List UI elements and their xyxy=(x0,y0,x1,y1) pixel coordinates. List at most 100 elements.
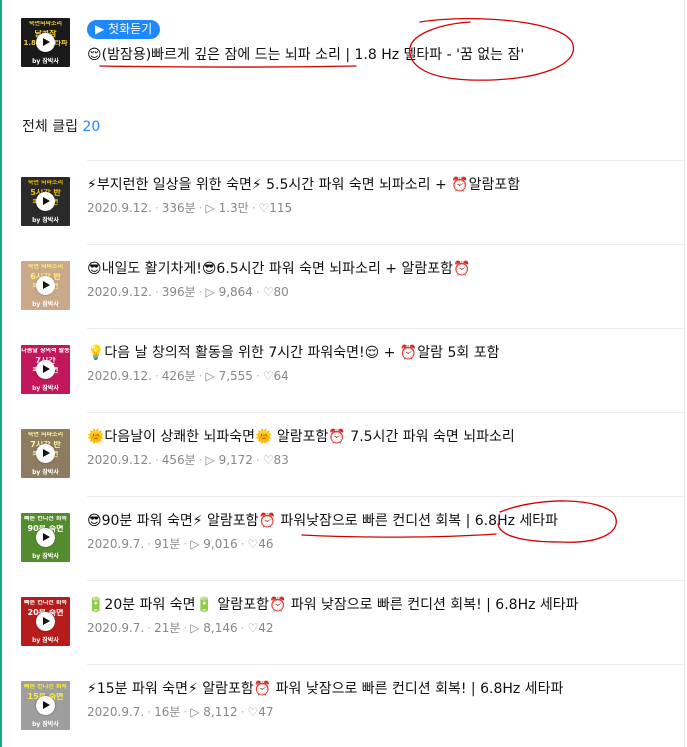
play-count-icon: ▷ xyxy=(190,705,200,719)
thumbnail-byline: by 잠박사 xyxy=(32,301,59,308)
listen-first-episode-button[interactable]: ▶ 첫화듣기 xyxy=(87,20,161,39)
clip-divider xyxy=(87,496,685,497)
all-clips-label: 전체 클립 xyxy=(22,119,78,135)
play-icon[interactable] xyxy=(36,528,55,547)
clip-thumbnail[interactable]: 숙면 뇌파소리6시간 반파워숙면by 잠박사 xyxy=(21,261,70,310)
clip-title[interactable]: ⚡15분 파워 숙면⚡ 알람포함⏰ 파워 낮잠으로 빠른 컨디션 회복! | 6… xyxy=(87,679,563,699)
play-icon[interactable] xyxy=(36,33,55,52)
clip-date: 2020.9.12. xyxy=(87,369,152,383)
heart-icon: ♡ xyxy=(262,285,274,299)
featured-underline-annotation xyxy=(99,65,357,68)
thumbnail-byline: by 잠박사 xyxy=(32,721,59,728)
clip-thumbnail[interactable]: 숙면 뇌파소리7시간 반파워숙면by 잠박사 xyxy=(21,429,70,478)
thumbnail-caption: 숙면 뇌파소리 xyxy=(27,264,64,270)
thumbnail-byline: by 잠박사 xyxy=(32,637,59,644)
right-border xyxy=(684,0,685,747)
clip-title[interactable]: ⚡부지런한 일상을 위한 숙면⚡ 5.5시간 파워 숙면 뇌파소리 + ⏰알람포… xyxy=(87,175,520,195)
thumbnail-caption: 숙면 뇌파소리 xyxy=(27,432,64,438)
clip-thumbnail[interactable]: 빠른 컨디션 회복90분 숙면세타파by 잠박사 xyxy=(21,513,70,562)
heart-icon: ♡ xyxy=(262,453,274,467)
clip-title[interactable]: 🌞다음날이 상쾌한 뇌파숙면🌞 알람포함⏰ 7.5시간 파워 숙면 뇌파소리 xyxy=(87,427,515,447)
play-icon[interactable] xyxy=(36,444,55,463)
thumbnail-caption: 빠른 컨디션 회복 xyxy=(24,516,67,522)
heart-icon: ♡ xyxy=(262,369,274,383)
clip-meta: 2020.9.7. · 21분 · ▷ 8,146 · ♡42 xyxy=(87,621,274,635)
clip-date: 2020.9.7. xyxy=(87,537,145,551)
heart-icon: ♡ xyxy=(247,705,259,719)
play-icon[interactable] xyxy=(36,276,55,295)
list-top-divider xyxy=(87,160,685,161)
play-count-icon: ▷ xyxy=(205,201,215,215)
thumbnail-caption: 빠른 컨디션 회복 xyxy=(24,600,67,606)
thumbnail-byline: by 잠박사 xyxy=(32,217,59,224)
clip-thumbnail[interactable]: 빠른 컨디션 회복15분 숙면세타파by 잠박사 xyxy=(21,681,70,730)
thumbnail-caption: 숙면뇌파소리 xyxy=(28,21,63,27)
clip-plays: 8,146 xyxy=(203,621,238,635)
clip-divider xyxy=(87,412,685,413)
play-icon[interactable] xyxy=(36,360,55,379)
clip-meta: 2020.9.7. · 16분 · ▷ 8,112 · ♡47 xyxy=(87,705,274,719)
thumbnail-byline: by 잠박사 xyxy=(32,385,59,392)
clip-meta: 2020.9.12. · 396분 · ▷ 9,864 · ♡80 xyxy=(87,285,289,299)
clip-title[interactable]: 🔋20분 파워 숙면🔋 알람포함⏰ 파워 낮잠으로 빠른 컨디션 회복! | 6… xyxy=(87,595,579,615)
clip-title[interactable]: 😎90분 파워 숙면⚡ 알람포함⏰ 파워낮잠으로 빠른 컨디션 회복 | 6.8… xyxy=(87,511,558,531)
clip-divider xyxy=(87,664,685,665)
clip-duration: 21분 xyxy=(154,621,181,635)
clip-duration: 396분 xyxy=(161,285,196,299)
clip-likes: 47 xyxy=(258,705,274,719)
play-icon[interactable] xyxy=(36,696,55,715)
featured-thumbnail[interactable]: 숙면뇌파소리 달콤잠 1.8Hz 델타파 by 잠박사 xyxy=(21,18,70,67)
all-clips-heading: 전체 클립 20 xyxy=(22,116,100,136)
clip-plays: 9,864 xyxy=(218,285,253,299)
clip-meta: 2020.9.7. · 91분 · ▷ 9,016 · ♡46 xyxy=(87,537,274,551)
thumbnail-caption: 숙면 뇌파소리 xyxy=(27,180,64,186)
clip-plays: 8,112 xyxy=(203,705,238,719)
clip-thumbnail[interactable]: 숙면 뇌파소리5시간 반파워숙면by 잠박사 xyxy=(21,177,70,226)
clip-likes: 42 xyxy=(258,621,274,635)
play-count-icon: ▷ xyxy=(190,621,200,635)
clip-divider xyxy=(87,328,685,329)
clip-date: 2020.9.12. xyxy=(87,201,152,215)
heart-icon: ♡ xyxy=(258,201,270,215)
clip-plays: 7,555 xyxy=(218,369,253,383)
play-icon[interactable] xyxy=(36,612,55,631)
thumbnail-caption: 다음날 창의적 활동 xyxy=(21,348,70,354)
clip-meta: 2020.9.12. · 456분 · ▷ 9,172 · ♡83 xyxy=(87,453,289,467)
clip-likes: 80 xyxy=(273,285,289,299)
clip-title[interactable]: 💡다음 날 창의적 활동을 위한 7시간 파워숙면!😌 + ⏰알람 5회 포함 xyxy=(87,343,499,363)
clip-meta: 2020.9.12. · 336분 · ▷ 1.3만 · ♡115 xyxy=(87,201,293,215)
clip-thumbnail[interactable]: 다음날 창의적 활동7시간파워숙면by 잠박사 xyxy=(21,345,70,394)
clip-count: 20 xyxy=(82,119,101,135)
clip-title[interactable]: 😎내일도 활기차게!😎6.5시간 파워 숙면 뇌파소리 + 알람포함⏰ xyxy=(87,259,470,279)
heart-icon: ♡ xyxy=(247,621,259,635)
featured-title-text: (밤잠용)빠르게 깊은 잠에 드는 뇌파 소리 | 1.8 Hz 델타파 - '… xyxy=(101,47,525,63)
play-count-icon: ▷ xyxy=(190,537,200,551)
left-accent-border xyxy=(0,0,2,747)
thumbnail-byline: by 잠박사 xyxy=(32,469,59,476)
clip-plays: 9,172 xyxy=(218,453,253,467)
clip-likes: 115 xyxy=(269,201,293,215)
play-icon[interactable] xyxy=(36,192,55,211)
play-count-icon: ▷ xyxy=(205,453,215,467)
clip-duration: 91분 xyxy=(154,537,181,551)
thumbnail-byline: by 잠박사 xyxy=(32,553,59,560)
sleepy-emoji-icon: 😌 xyxy=(87,47,102,63)
heart-icon: ♡ xyxy=(247,537,259,551)
thumbnail-byline: by 잠박사 xyxy=(32,58,59,65)
clip-underline-annotation xyxy=(301,533,497,538)
clip-divider xyxy=(87,244,685,245)
clip-duration: 456분 xyxy=(161,453,196,467)
clip-thumbnail[interactable]: 빠른 컨디션 회복20분 숙면세타파by 잠박사 xyxy=(21,597,70,646)
clip-duration: 16분 xyxy=(154,705,181,719)
clip-date: 2020.9.12. xyxy=(87,453,152,467)
featured-title[interactable]: 😌(밤잠용)빠르게 깊은 잠에 드는 뇌파 소리 | 1.8 Hz 델타파 - … xyxy=(87,45,524,65)
clip-date: 2020.9.7. xyxy=(87,705,145,719)
clip-duration: 426분 xyxy=(161,369,196,383)
clip-date: 2020.9.7. xyxy=(87,621,145,635)
clip-plays: 1.3만 xyxy=(218,201,249,215)
thumbnail-caption: 빠른 컨디션 회복 xyxy=(24,684,67,690)
play-count-icon: ▷ xyxy=(205,285,215,299)
clip-plays: 9,016 xyxy=(203,537,238,551)
clip-meta: 2020.9.12. · 426분 · ▷ 7,555 · ♡64 xyxy=(87,369,289,383)
clip-date: 2020.9.12. xyxy=(87,285,152,299)
